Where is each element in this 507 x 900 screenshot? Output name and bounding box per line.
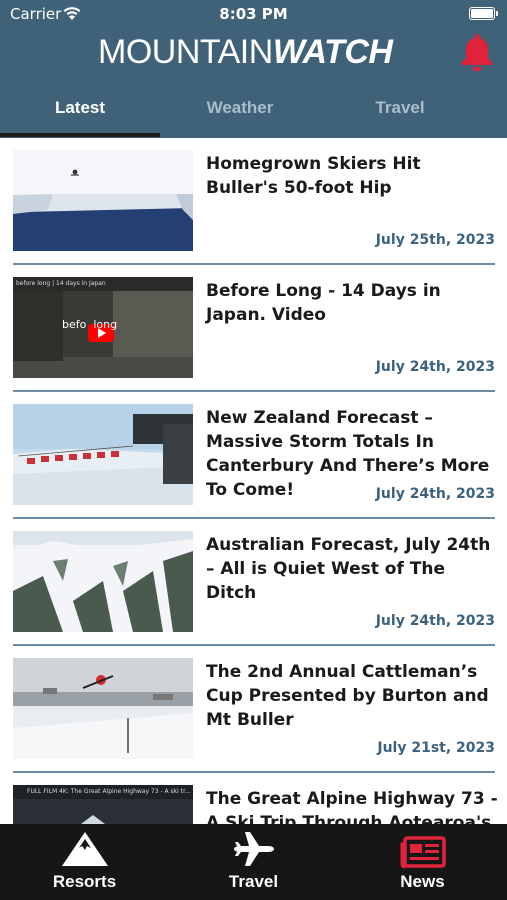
article-item[interactable]: The 2nd Annual Cattleman’s Cup Presented… — [13, 646, 495, 773]
article-date: July 24th, 2023 — [375, 613, 495, 629]
nav-news[interactable]: News — [338, 824, 507, 900]
battery-icon — [469, 7, 498, 20]
nav-label: Travel — [228, 872, 279, 891]
airplane-icon — [233, 832, 274, 866]
article-list[interactable]: Homegrown Skiers Hit Buller's 50-foot Hi… — [0, 138, 507, 824]
top-tabs: Latest Weather Travel — [0, 86, 507, 138]
article-title[interactable]: The 2nd Annual Cattleman’s Cup Presented… — [206, 660, 498, 732]
article-date: July 21st, 2023 — [377, 740, 495, 756]
status-time: 8:03 PM — [219, 5, 288, 23]
tab-travel[interactable]: Travel — [320, 86, 480, 134]
nav-travel[interactable]: Travel — [169, 824, 338, 900]
thumbnail-caption: FULL FILM 4K: The Great Alpine Highway 7… — [27, 788, 191, 795]
mountain-icon — [61, 832, 108, 866]
newspaper-icon — [400, 836, 446, 869]
article-date: July 24th, 2023 — [375, 486, 495, 502]
article-item[interactable]: FULL FILM 4K: The Great Alpine Highway 7… — [13, 773, 498, 824]
article-item[interactable]: Homegrown Skiers Hit Buller's 50-foot Hi… — [13, 138, 495, 265]
article-thumbnail — [13, 658, 193, 759]
article-thumbnail — [13, 404, 193, 505]
app-header: Carrier 8:03 PM MOUNTAINWATCH Latest Wea… — [0, 0, 507, 138]
thumbnail-caption: before long | 14 days in Japan — [16, 280, 106, 287]
active-tab-indicator — [0, 133, 160, 137]
article-item[interactable]: Australian Forecast, July 24th – All is … — [13, 519, 495, 646]
article-thumbnail — [13, 150, 193, 251]
article-item[interactable]: before long | 14 days in Japan befo long… — [13, 265, 495, 392]
article-date: July 24th, 2023 — [375, 359, 495, 375]
article-title[interactable]: Before Long - 14 Days in Japan. Video — [206, 279, 498, 327]
article-item[interactable]: New Zealand Forecast – Massive Storm Tot… — [13, 392, 495, 519]
tab-latest[interactable]: Latest — [0, 86, 160, 134]
notification-bell-icon[interactable] — [458, 32, 496, 72]
bottom-tab-bar: Resorts Travel News — [0, 824, 507, 900]
nav-resorts[interactable]: Resorts — [0, 824, 169, 900]
article-title[interactable]: Australian Forecast, July 24th – All is … — [206, 533, 498, 605]
status-bar: Carrier 8:03 PM — [0, 0, 507, 28]
article-title[interactable]: The Great Alpine Highway 73 - A Ski Trip… — [206, 787, 498, 824]
article-title[interactable]: Homegrown Skiers Hit Buller's 50-foot Hi… — [206, 152, 498, 200]
article-date: July 25th, 2023 — [375, 232, 495, 248]
app-logo: MOUNTAINWATCH — [98, 33, 393, 71]
tab-weather[interactable]: Weather — [160, 86, 320, 134]
article-thumbnail — [13, 531, 193, 632]
thumbnail-overlay-text: befo long — [62, 318, 118, 331]
nav-label: Resorts — [52, 872, 117, 891]
nav-label: News — [400, 872, 445, 891]
